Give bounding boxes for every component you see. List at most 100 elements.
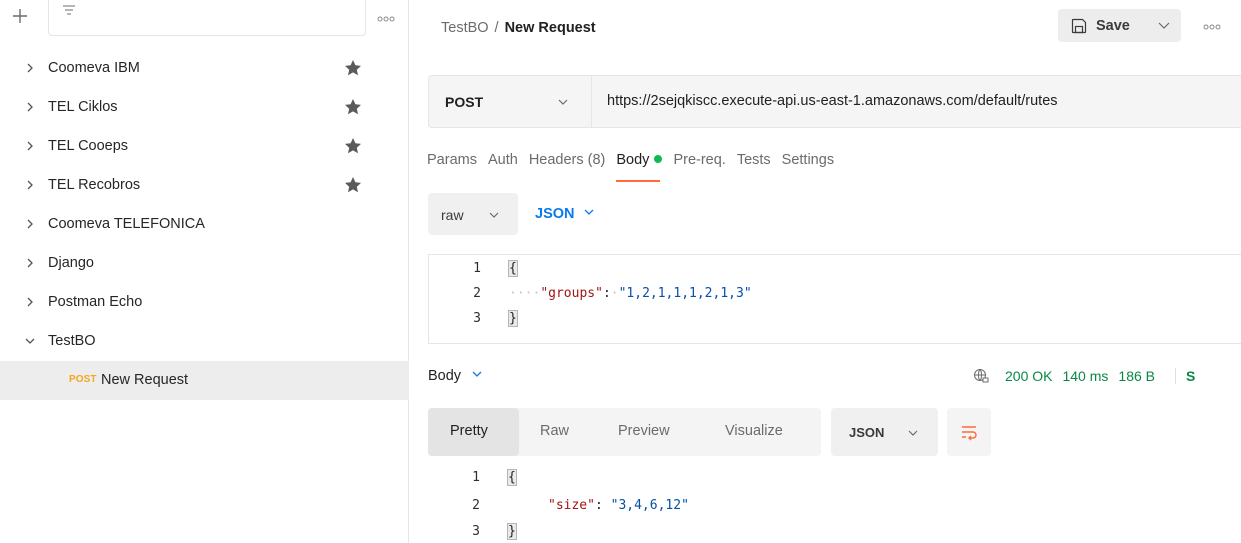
- chevron-right-icon[interactable]: [23, 100, 37, 114]
- chevron-down-icon: [558, 99, 568, 105]
- filter-input[interactable]: [48, 0, 366, 36]
- breadcrumb-current[interactable]: New Request: [505, 20, 596, 36]
- tab-preview[interactable]: Preview: [618, 408, 670, 456]
- chevron-down-icon: [908, 430, 918, 436]
- response-body-viewer[interactable]: 1 { 2 "size": "3,4,6,12" 3 }: [428, 466, 1241, 543]
- chevron-down-icon[interactable]: [1147, 9, 1181, 42]
- chevron-down-icon: [472, 371, 482, 377]
- tab-prereq[interactable]: Pre-req.: [673, 152, 725, 182]
- tab-visualize[interactable]: Visualize: [725, 408, 783, 456]
- url-input[interactable]: https://2sejqkiscc.execute-api.us-east-1…: [607, 93, 1058, 109]
- request-tabs: Params Auth Headers (8) Body Pre-req. Te…: [427, 152, 845, 182]
- code-text: {: [508, 260, 518, 277]
- breadcrumb: TestBO / New Request: [441, 20, 596, 36]
- chevron-right-icon[interactable]: [23, 139, 37, 153]
- filter-icon[interactable]: [61, 2, 77, 18]
- collection-label: TEL Ciklos: [48, 99, 118, 115]
- line-number: 2: [472, 498, 480, 513]
- code-line: 1 {: [428, 469, 1228, 490]
- body-language-select[interactable]: JSON: [535, 206, 595, 222]
- response-language-select[interactable]: JSON: [831, 408, 938, 456]
- collection-label: Coomeva IBM: [48, 60, 140, 76]
- request-body-editor[interactable]: 1 { 2 ····"groups":·"1,2,1,1,1,2,1,3" 3 …: [428, 254, 1241, 344]
- body-mode-value: raw: [441, 207, 464, 223]
- chevron-down-icon[interactable]: [23, 334, 37, 348]
- tab-raw[interactable]: Raw: [540, 408, 569, 456]
- code-text: }: [508, 310, 518, 327]
- json-value: "1,2,1,1,1,2,1,3": [618, 286, 752, 301]
- line-number: 1: [472, 470, 480, 485]
- wrap-lines-button[interactable]: [947, 408, 991, 456]
- request-label: New Request: [101, 372, 189, 388]
- collection-item[interactable]: Postman Echo: [0, 283, 409, 322]
- collection-item[interactable]: Django: [0, 244, 409, 283]
- code-line: 2 ····"groups":·"1,2,1,1,1,2,1,3": [429, 286, 1229, 306]
- save-group: Save: [1058, 9, 1181, 42]
- line-number: 3: [472, 524, 480, 539]
- tab-params[interactable]: Params: [427, 152, 477, 182]
- star-icon[interactable]: [343, 136, 363, 156]
- json-value: "3,4,6,12": [610, 498, 689, 513]
- collection-item[interactable]: TestBO: [0, 322, 409, 361]
- sidebar: Coomeva IBM TEL Ciklos TEL Cooeps TEL Re…: [0, 0, 409, 543]
- collection-item[interactable]: Coomeva IBM: [0, 49, 409, 88]
- chevron-right-icon[interactable]: [23, 178, 37, 192]
- request-item[interactable]: POST New Request: [0, 361, 409, 400]
- code-line: 2 "size": "3,4,6,12": [428, 498, 1228, 518]
- json-key: "size": [548, 498, 595, 513]
- chevron-right-icon[interactable]: [23, 217, 37, 231]
- collection-item[interactable]: TEL Recobros: [0, 166, 409, 205]
- code-text: ····"groups":·"1,2,1,1,1,2,1,3": [509, 286, 752, 301]
- collection-item[interactable]: TEL Ciklos: [0, 88, 409, 127]
- line-number: 2: [473, 286, 481, 301]
- code-text: }: [507, 523, 517, 540]
- collection-label: TestBO: [48, 333, 96, 349]
- method-select[interactable]: POST: [429, 76, 592, 127]
- tab-settings[interactable]: Settings: [782, 152, 834, 182]
- breadcrumb-separator: /: [494, 20, 499, 36]
- code-text: {: [507, 469, 517, 486]
- star-icon[interactable]: [343, 97, 363, 117]
- save-button[interactable]: Save: [1058, 9, 1146, 42]
- more-dots-icon[interactable]: [1200, 20, 1224, 34]
- collection-label: Postman Echo: [48, 294, 143, 310]
- chevron-right-icon[interactable]: [23, 61, 37, 75]
- collection-label: Coomeva TELEFONICA: [48, 216, 205, 232]
- star-icon[interactable]: [343, 175, 363, 195]
- save-response-label[interactable]: S: [1186, 368, 1195, 384]
- chevron-right-icon[interactable]: [23, 256, 37, 270]
- status-dot-icon: [654, 155, 663, 163]
- wrap-lines-icon: [962, 426, 977, 441]
- response-size[interactable]: 186 B: [1118, 368, 1155, 384]
- json-key: "groups": [540, 286, 603, 301]
- tab-pretty[interactable]: Pretty: [428, 408, 519, 456]
- response-time[interactable]: 140 ms: [1062, 368, 1108, 384]
- plus-icon[interactable]: [7, 6, 33, 30]
- divider: [1175, 368, 1176, 384]
- tab-tests[interactable]: Tests: [737, 152, 771, 182]
- response-section-label: Body: [428, 368, 462, 384]
- tab-body[interactable]: Body: [616, 152, 663, 182]
- breadcrumb-parent[interactable]: TestBO: [441, 20, 489, 36]
- status-badge[interactable]: 200 OK: [1005, 368, 1052, 384]
- star-icon[interactable]: [343, 58, 363, 78]
- chevron-down-icon: [489, 212, 499, 218]
- tab-body-label: Body: [616, 152, 650, 168]
- collection-tree: Coomeva IBM TEL Ciklos TEL Cooeps TEL Re…: [0, 49, 409, 400]
- collection-item[interactable]: TEL Cooeps: [0, 127, 409, 166]
- more-dots-icon[interactable]: [374, 12, 398, 26]
- globe-lock-icon[interactable]: [973, 368, 989, 384]
- code-line: 3 }: [429, 310, 1229, 331]
- save-icon: [1071, 18, 1087, 33]
- response-language-value: JSON: [849, 425, 885, 440]
- body-language-value: JSON: [535, 206, 575, 222]
- response-body-toggle[interactable]: Body: [428, 368, 483, 384]
- url-bar: POST https://2sejqkiscc.execute-api.us-e…: [428, 75, 1241, 128]
- tab-headers[interactable]: Headers (8): [529, 152, 606, 182]
- tab-auth[interactable]: Auth: [488, 152, 518, 182]
- chevron-right-icon[interactable]: [23, 295, 37, 309]
- sidebar-toolbar: [0, 0, 409, 38]
- body-mode-select[interactable]: raw: [428, 193, 518, 235]
- collection-item[interactable]: Coomeva TELEFONICA: [0, 205, 409, 244]
- code-line: 3 }: [428, 523, 1228, 543]
